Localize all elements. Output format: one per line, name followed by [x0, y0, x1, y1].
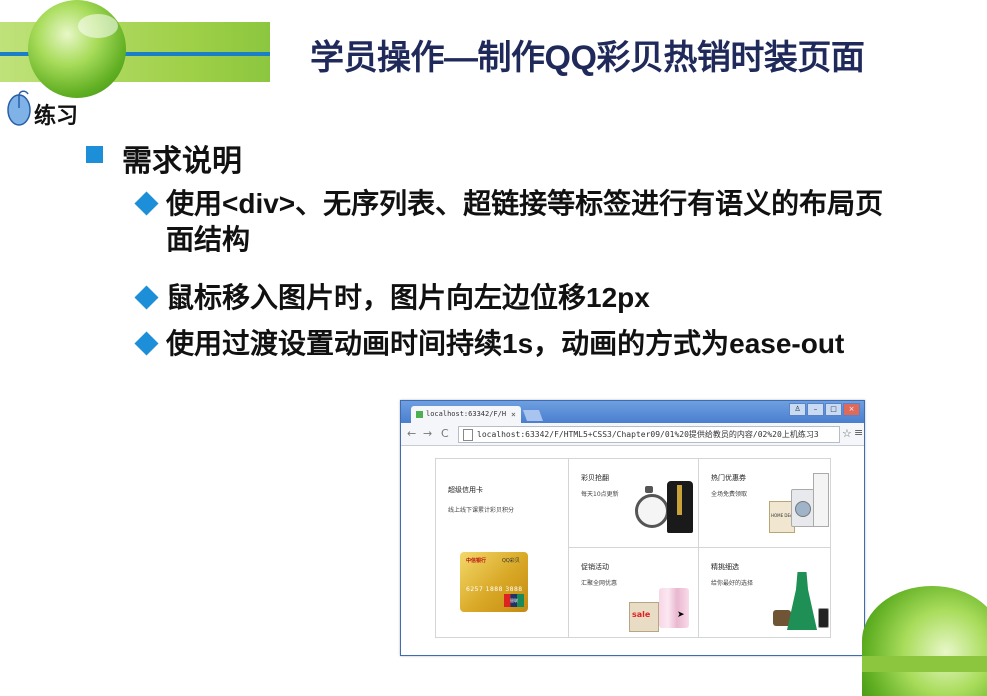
tab-close-icon[interactable]: ×	[511, 406, 516, 423]
bookmark-star-icon[interactable]: ☆	[842, 427, 852, 440]
product-grid: 超级信用卡 线上线下课累计彩贝积分 中信银行 QQ彩贝 6257 1888 38…	[435, 458, 831, 638]
browser-toolbar: ← → C localhost:63342/F/HTML5+CSS3/Chapt…	[401, 423, 864, 446]
cell-subtitle: 每天10点更新	[581, 491, 619, 498]
grid-cell-promotions[interactable]: 促销活动 汇聚全网优惠 sale ➤	[569, 548, 699, 637]
minimize-button[interactable]: –	[807, 403, 824, 416]
grid-cell-flash-sale[interactable]: 彩贝抢翻 每天10点更新	[569, 459, 699, 548]
cell-title: 超级信用卡	[448, 486, 483, 494]
requirement-item: 使用<div>、无序列表、超链接等标签进行有语义的布局页面结构	[134, 186, 906, 258]
mouse-icon	[7, 90, 31, 126]
menu-icon[interactable]: ≡	[854, 426, 863, 439]
mouse-cursor-icon: ➤	[677, 610, 685, 620]
slide-title: 学员操作—制作QQ彩贝热销时装页面	[310, 39, 865, 77]
cosmetics-image[interactable]	[659, 588, 689, 628]
browser-titlebar: localhost:63342/F/HTML5 × ♙ – □ ×	[401, 401, 864, 423]
address-bar[interactable]: localhost:63342/F/HTML5+CSS3/Chapter09/0…	[458, 426, 840, 443]
cell-subtitle: 汇聚全网优惠	[581, 580, 618, 587]
user-icon[interactable]: ♙	[789, 403, 806, 416]
reload-icon[interactable]: C	[441, 427, 449, 440]
cell-subtitle: 线上线下课累计彩贝积分	[448, 507, 515, 514]
requirement-text: 使用<div>、无序列表、超链接等标签进行有语义的布局页面结构	[166, 188, 884, 255]
corner-green-bar	[862, 656, 987, 672]
maximize-button[interactable]: □	[825, 403, 842, 416]
phone-image[interactable]	[818, 608, 829, 628]
cell-subtitle: 给你最好的选择	[711, 580, 754, 587]
browser-window: localhost:63342/F/HTML5 × ♙ – □ × ← → C …	[400, 400, 865, 656]
back-icon[interactable]: ←	[407, 427, 416, 440]
stopwatch-icon	[645, 486, 653, 493]
forward-icon[interactable]: →	[423, 427, 432, 440]
jacket-trim	[677, 485, 682, 515]
url-text: localhost:63342/F/HTML5+CSS3/Chapter09/0…	[477, 430, 819, 439]
requirement-text: 鼠标移入图片时，图片向左边位移12px	[166, 282, 650, 313]
grid-cell-selection[interactable]: 精挑细选 给你最好的选择	[699, 548, 830, 637]
grid-cell-credit-card[interactable]: 超级信用卡 线上线下课累计彩贝积分 中信银行 QQ彩贝 6257 1888 38…	[436, 459, 569, 637]
credit-card-image[interactable]: 中信银行 QQ彩贝 6257 1888 3888 银联	[460, 552, 528, 612]
cell-title: 促销活动	[581, 563, 609, 571]
fridge-image[interactable]	[813, 473, 829, 527]
washer-door	[795, 501, 811, 517]
cell-title: 彩贝抢翻	[581, 474, 609, 482]
browser-tab[interactable]: localhost:63342/F/HTML5 ×	[411, 406, 521, 423]
tab-title: localhost:63342/F/HTML5	[426, 410, 506, 418]
stopwatch-image[interactable]	[635, 494, 669, 528]
favicon-icon	[416, 411, 423, 418]
cell-title: 精挑细选	[711, 563, 739, 571]
union-pay-logo: 银联	[504, 594, 524, 607]
dress-image[interactable]	[787, 572, 817, 630]
close-window-button[interactable]: ×	[843, 403, 860, 416]
requirement-text: 使用过渡设置动画时间持续1s，动画的方式为ease-out	[166, 328, 845, 359]
cell-subtitle: 全场免费领取	[711, 491, 748, 498]
requirement-item: 使用过渡设置动画时间持续1s，动画的方式为ease-out	[134, 326, 866, 362]
section-heading: 需求说明	[122, 145, 242, 178]
page-icon	[463, 429, 473, 441]
square-bullet-icon	[86, 146, 103, 163]
sale-label: sale	[632, 610, 651, 619]
requirement-item: 鼠标移入图片时，图片向左边位移12px	[134, 280, 926, 316]
bank-name: 中信银行	[466, 558, 487, 564]
new-tab-button[interactable]	[522, 410, 544, 421]
practice-label: 练习	[34, 103, 79, 128]
handbag-image[interactable]	[773, 610, 791, 626]
corner-globe-decoration	[862, 586, 987, 696]
cell-title: 热门优惠券	[711, 474, 746, 482]
globe-logo	[28, 0, 126, 98]
card-brand: QQ彩贝	[502, 558, 520, 564]
grid-cell-coupons[interactable]: 热门优惠券 全场免费领取 HOME DEALS	[699, 459, 830, 548]
card-number: 6257 1888 3888	[466, 586, 523, 593]
